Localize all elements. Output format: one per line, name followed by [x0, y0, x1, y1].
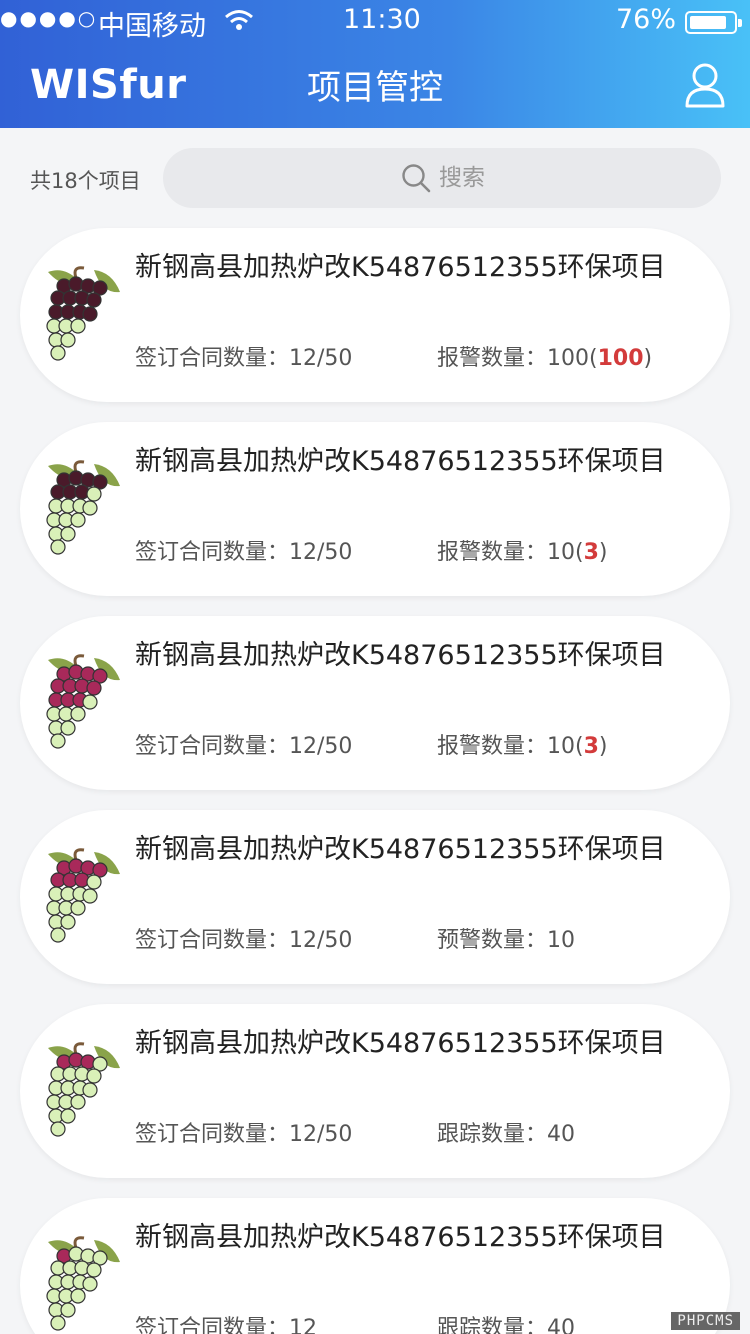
metric-text: 预警数量：10: [437, 922, 575, 954]
alert-count: 3: [583, 734, 599, 759]
metric-text: 报警数量：10(3): [437, 728, 608, 760]
project-card[interactable]: 新钢高县加热炉改K54876512355环保项目 签订合同数量：12/50 报警…: [20, 422, 730, 596]
alert-count: 100: [597, 346, 644, 371]
project-name: 新钢高县加热炉改K54876512355环保项目: [135, 640, 666, 671]
metric-label: 报警数量：: [437, 540, 548, 565]
grape-icon: [46, 266, 120, 361]
contract-count: 签订合同数量：12/50: [135, 734, 353, 759]
project-card[interactable]: 新钢高县加热炉改K54876512355环保项目 签订合同数量：12/50 预警…: [20, 810, 730, 984]
app-header: ●●●●○ 中国移动 11:30 76% WISfur 项目管控: [0, 0, 750, 128]
battery-icon: [685, 11, 742, 34]
status-bar: ●●●●○ 中国移动 11:30 76%: [0, 0, 750, 46]
page-title: 项目管控: [307, 68, 443, 108]
grape-icon: [46, 460, 120, 555]
search-bar[interactable]: [163, 148, 721, 208]
carrier-name: 中国移动: [98, 11, 206, 42]
metric-value: 40: [547, 1122, 576, 1147]
project-name: 新钢高县加热炉改K54876512355环保项目: [135, 1222, 666, 1253]
metric-text: 报警数量：10(3): [437, 534, 608, 566]
contract-count: 签订合同数量：12/50: [135, 540, 353, 565]
grape-icon: [46, 654, 120, 749]
metric-value: 40: [547, 1316, 576, 1334]
contract-count: 签订合同数量：12/50: [135, 928, 353, 953]
metric-value: 10: [547, 928, 576, 953]
search-icon: [401, 163, 431, 193]
metric-value: 10(: [547, 734, 584, 759]
metric-text: 跟踪数量：40: [437, 1310, 575, 1334]
project-card[interactable]: 新钢高县加热炉改K54876512355环保项目 签订合同数量：12/50 报警…: [20, 228, 730, 402]
metric-label: 报警数量：: [437, 346, 548, 371]
clock: 11:30: [343, 4, 421, 35]
metric-tail: ): [643, 346, 653, 371]
project-card[interactable]: 新钢高县加热炉改K54876512355环保项目 签订合同数量：12/50 报警…: [20, 616, 730, 790]
grape-icon: [46, 848, 120, 943]
contract-count: 签订合同数量：12/50: [135, 346, 353, 371]
metric-value: 10(: [547, 540, 584, 565]
grape-icon: [46, 1236, 120, 1331]
metric-label: 跟踪数量：: [437, 1122, 548, 1147]
metric-value: 100(: [547, 346, 598, 371]
list-toolbar: 共18个项目: [0, 128, 750, 228]
grape-icon: [46, 1042, 120, 1137]
metric-label: 预警数量：: [437, 928, 548, 953]
battery-percent: 76%: [616, 4, 677, 35]
wifi-icon: [224, 6, 254, 39]
metric-tail: ): [598, 734, 608, 759]
metric-text: 跟踪数量：40: [437, 1116, 575, 1148]
metric-tail: ): [598, 540, 608, 565]
contract-count: 签订合同数量：12/50: [135, 1122, 353, 1147]
watermark: PHPCMS: [671, 1312, 740, 1330]
project-name: 新钢高县加热炉改K54876512355环保项目: [135, 446, 666, 477]
project-card[interactable]: 新钢高县加热炉改K54876512355环保项目 签订合同数量：12 跟踪数量：…: [20, 1198, 730, 1334]
project-name: 新钢高县加热炉改K54876512355环保项目: [135, 834, 666, 865]
metric-text: 报警数量：100(100): [437, 340, 652, 372]
project-name: 新钢高县加热炉改K54876512355环保项目: [135, 252, 666, 283]
project-count: 共18个项目: [30, 169, 141, 193]
search-input[interactable]: [439, 158, 699, 198]
project-card[interactable]: 新钢高县加热炉改K54876512355环保项目 签订合同数量：12/50 跟踪…: [20, 1004, 730, 1178]
signal-strength: ●●●●○: [0, 6, 98, 30]
metric-label: 报警数量：: [437, 734, 548, 759]
contract-count: 签订合同数量：12: [135, 1316, 317, 1334]
metric-label: 跟踪数量：: [437, 1316, 548, 1334]
user-icon[interactable]: [684, 62, 726, 108]
project-name: 新钢高县加热炉改K54876512355环保项目: [135, 1028, 666, 1059]
alert-count: 3: [583, 540, 599, 565]
